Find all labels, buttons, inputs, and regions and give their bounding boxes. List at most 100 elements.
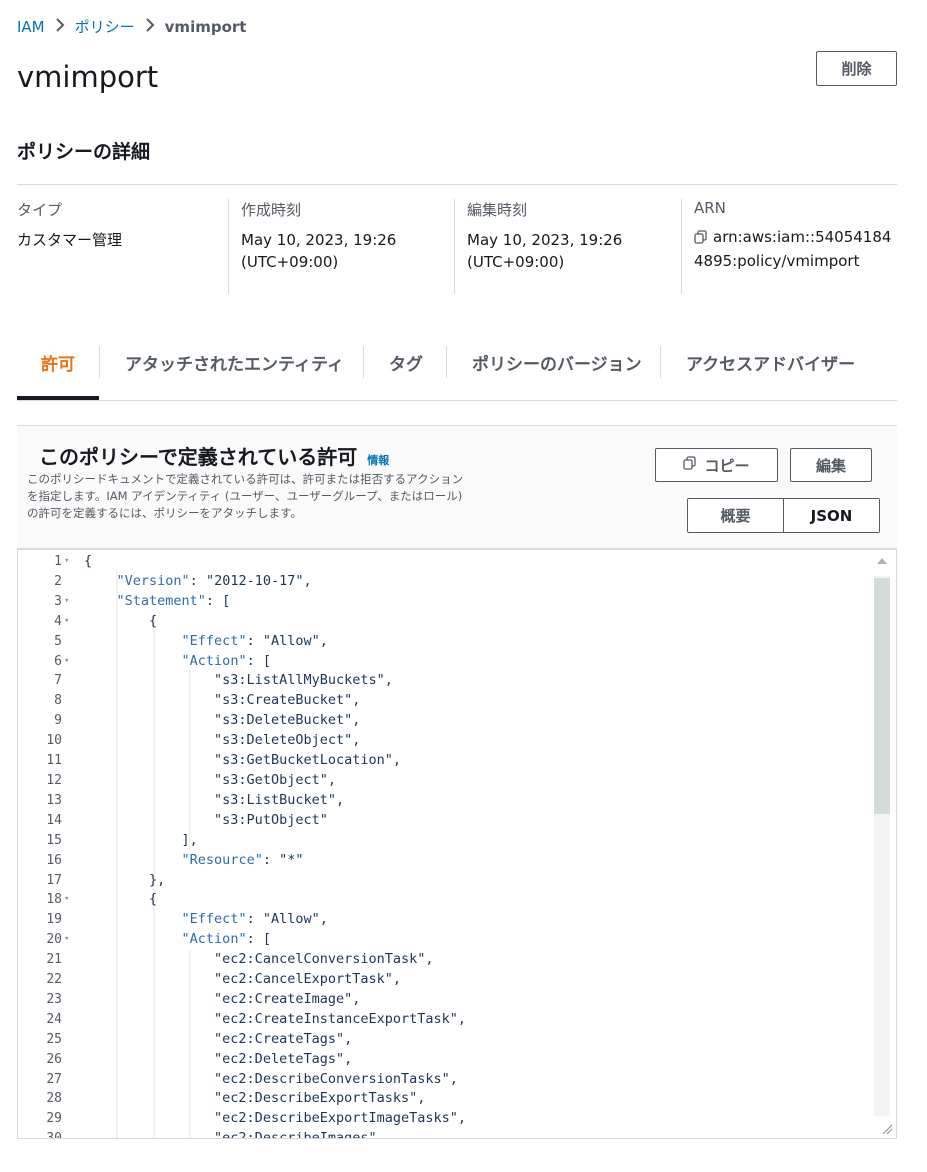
- detail-arn-label: ARN: [694, 199, 726, 217]
- fold-arrow-icon[interactable]: ▾: [64, 890, 74, 910]
- code-line: 30 "ec2:DescribeImages",: [46, 1129, 866, 1139]
- editor-scrollbar[interactable]: [868, 550, 896, 1138]
- copy-button-label: コピー: [704, 457, 750, 475]
- line-number: 30: [46, 1131, 62, 1139]
- tab-access-advisor[interactable]: アクセスアドバイザー: [686, 350, 855, 375]
- line-number: 4: [54, 613, 62, 629]
- json-punctuation: ],: [181, 831, 198, 848]
- policy-details: タイプ カスタマー管理 作成時刻 May 10, 2023, 19:26 (UT…: [17, 184, 897, 295]
- fold-arrow-icon[interactable]: ▾: [64, 612, 74, 632]
- permissions-panel-title: このポリシーで定義されている許可 情報: [39, 441, 389, 470]
- json-punctuation: ,: [425, 951, 434, 968]
- scroll-thumb[interactable]: [874, 578, 890, 814]
- edit-button[interactable]: 編集: [790, 448, 872, 482]
- json-key: "Resource": [181, 851, 263, 868]
- copy-icon[interactable]: [694, 228, 707, 250]
- line-number: 10: [46, 733, 62, 749]
- description-line: の許可を定義するには、ポリシーをアタッチします。: [27, 506, 302, 520]
- code-line: 2 "Version": "2012-10-17",: [54, 572, 866, 592]
- code-line: 19 "Effect": "Allow",: [46, 910, 866, 930]
- code-line: 4 ▾ {: [54, 612, 866, 632]
- line-number: 3: [54, 593, 62, 609]
- line-number: 9: [54, 713, 62, 729]
- json-punctuation: {: [149, 891, 158, 908]
- code-line: 22 "ec2:CancelExportTask",: [46, 970, 866, 990]
- code-line: 28 "ec2:DescribeExportTasks",: [46, 1089, 866, 1109]
- json-string: "Allow": [262, 632, 320, 649]
- line-number: 13: [46, 792, 62, 808]
- fold-arrow-icon[interactable]: ▾: [64, 652, 74, 672]
- code-line: 8 "s3:CreateBucket",: [54, 691, 866, 711]
- permissions-panel-header: このポリシーで定義されている許可 情報 このポリシードキュメントで定義されている許…: [17, 426, 897, 549]
- detail-edited: 編集時刻 May 10, 2023, 19:26 (UTC+09:00): [454, 199, 622, 294]
- tab-divider: [363, 346, 364, 378]
- detail-edited-value-1: May 10, 2023, 19:26: [467, 231, 623, 249]
- json-punctuation: ,: [392, 971, 401, 988]
- code-line: 9 "s3:DeleteBucket",: [54, 711, 866, 731]
- line-number: 8: [54, 693, 62, 709]
- breadcrumb-policies[interactable]: ポリシー: [75, 16, 135, 37]
- json-string: "ec2:DescribeExportTasks": [214, 1090, 418, 1107]
- line-number: 22: [46, 972, 62, 988]
- json-punctuation: ,: [376, 1130, 385, 1139]
- fold-arrow-icon[interactable]: ▾: [64, 592, 74, 612]
- view-json-button[interactable]: JSON: [783, 499, 879, 532]
- json-editor[interactable]: 1 ▾{2 "Version": "2012-10-17", 3 ▾ "Stateme…: [17, 549, 897, 1139]
- view-summary-button[interactable]: 概要: [688, 499, 783, 532]
- info-link[interactable]: 情報: [367, 454, 389, 467]
- line-number: 19: [46, 912, 62, 928]
- json-string: "s3:PutObject": [214, 811, 328, 828]
- tab-policy-versions[interactable]: ポリシーのバージョン: [472, 350, 642, 375]
- code-line: 1 ▾ {: [54, 552, 866, 572]
- code-line: 21 "ec2:CancelConversionTask",: [46, 950, 866, 970]
- json-punctuation: :: [262, 851, 280, 868]
- scroll-up-icon[interactable]: [877, 558, 887, 564]
- copy-button[interactable]: コピー: [655, 448, 778, 482]
- line-number: 2: [54, 573, 62, 589]
- code-line: 23 "ec2:CreateImage",: [46, 990, 866, 1010]
- line-number: 14: [46, 812, 62, 828]
- detail-created-value-1: May 10, 2023, 19:26: [241, 231, 397, 249]
- breadcrumb: IAM ポリシー vmimport: [17, 16, 246, 37]
- json-string: "ec2:CancelExportTask": [214, 971, 393, 988]
- active-tab-indicator: [17, 396, 99, 400]
- detail-type-label: タイプ: [17, 201, 63, 219]
- tab-attached-entities[interactable]: アタッチされたエンティティ: [125, 350, 344, 375]
- code-line: 15 ],: [46, 831, 866, 851]
- permissions-panel-title-text: このポリシーで定義されている許可: [39, 445, 358, 469]
- json-string: "*": [279, 851, 304, 868]
- breadcrumb-iam[interactable]: IAM: [17, 18, 45, 36]
- line-number: 17: [46, 872, 62, 888]
- delete-button[interactable]: 削除: [816, 51, 897, 86]
- resize-grip-icon[interactable]: [881, 1123, 893, 1135]
- fold-arrow-icon[interactable]: ▾: [64, 552, 74, 572]
- line-number: 18: [46, 892, 62, 908]
- code-line: 7 "s3:ListAllMyBuckets",: [54, 671, 866, 691]
- json-string: "ec2:CreateImage": [214, 990, 353, 1007]
- line-number: 25: [46, 1031, 62, 1047]
- tab-tags[interactable]: タグ: [389, 350, 423, 375]
- json-key: "Version": [116, 572, 190, 589]
- policy-details-heading: ポリシーの詳細: [17, 141, 151, 163]
- fold-arrow-icon[interactable]: ▾: [64, 930, 74, 950]
- tab-divider: [446, 346, 447, 378]
- json-string: "s3:ListAllMyBuckets": [214, 672, 385, 689]
- tab-permissions[interactable]: 許可: [41, 350, 75, 375]
- code-line: 11 "s3:GetBucketLocation",: [46, 751, 866, 771]
- chevron-right-icon: [145, 17, 155, 36]
- editor-code: 1 ▾{2 "Version": "2012-10-17", 3 ▾ "Stateme…: [46, 552, 866, 1139]
- json-string: "ec2:CreateTags": [214, 1030, 345, 1047]
- code-line: 10 "s3:DeleteObject",: [46, 731, 866, 751]
- json-key: "Statement": [116, 592, 206, 609]
- json-string: "2012-10-17": [205, 572, 304, 589]
- code-line: 26 "ec2:DeleteTags",: [46, 1050, 866, 1070]
